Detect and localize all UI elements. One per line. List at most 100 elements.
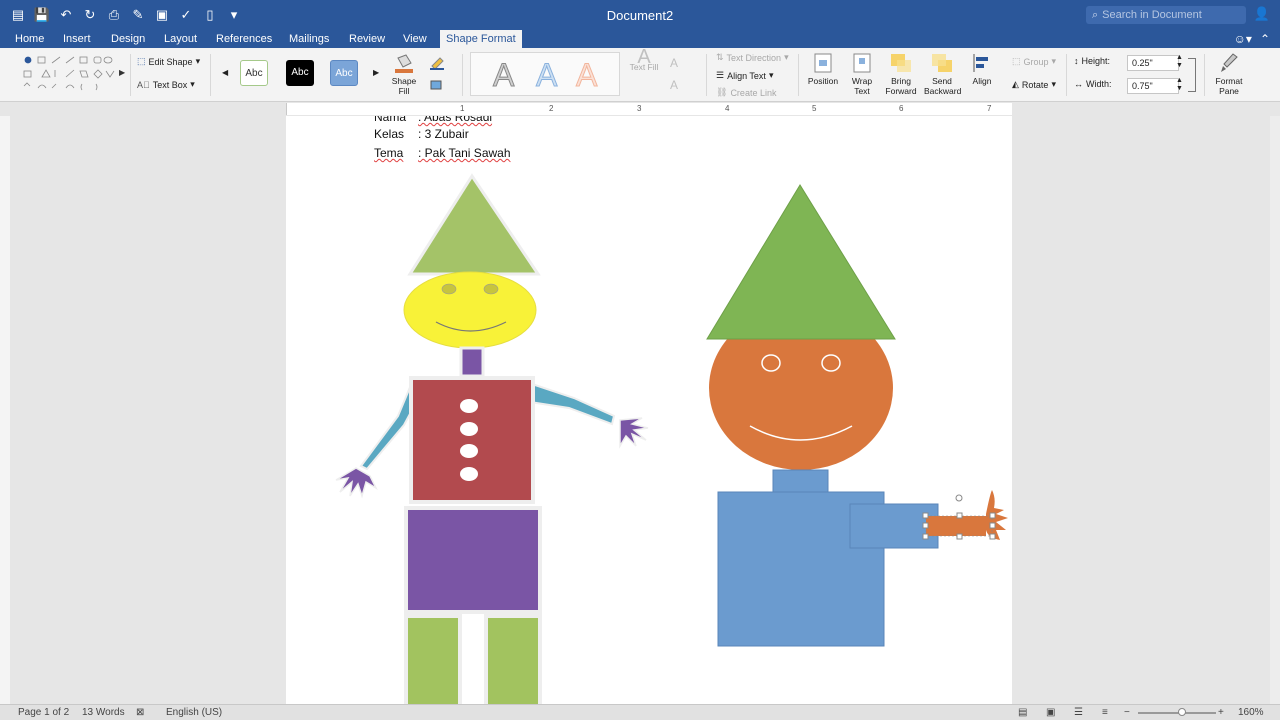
undo-icon[interactable]: ↶ xyxy=(56,5,76,25)
customize-qat-icon[interactable]: ▾ xyxy=(224,5,244,25)
resize-handle[interactable] xyxy=(922,533,929,540)
vertical-ruler[interactable] xyxy=(0,116,10,704)
styles-prev-icon[interactable]: ◀ xyxy=(222,68,228,77)
left-shirt[interactable] xyxy=(409,376,535,504)
align-text-button[interactable]: ☰ Align Text ▾ xyxy=(716,70,773,81)
web-layout-icon[interactable]: ▣ xyxy=(1046,707,1055,718)
left-eye[interactable] xyxy=(441,283,457,295)
width-stepper[interactable]: ▲ ▼ xyxy=(1176,77,1183,93)
tab-insert[interactable]: Insert xyxy=(57,30,97,48)
right-hand-shape[interactable] xyxy=(986,490,1008,540)
wordart-style-3[interactable]: A xyxy=(575,57,597,94)
height-stepper[interactable]: ▲ ▼ xyxy=(1176,54,1183,70)
text-box-button[interactable]: A⃞ Text Box ▾ xyxy=(137,79,195,90)
word-count[interactable]: 13 Words xyxy=(82,707,125,718)
right-leg[interactable] xyxy=(484,614,542,704)
tab-shape-format[interactable]: Shape Format xyxy=(440,30,522,48)
sidebar-toggle-icon[interactable]: ▤ xyxy=(8,5,28,25)
text-fill-button[interactable]: A Text Fill xyxy=(628,47,660,72)
shape-fill-button[interactable]: Shape Fill xyxy=(389,52,419,96)
format-pane-button[interactable]: Format Pane xyxy=(1212,52,1246,96)
send-backward-button[interactable]: Send Backward xyxy=(924,52,961,96)
horizontal-ruler[interactable]: 1 2 3 4 5 6 7 xyxy=(0,102,1280,116)
vertical-scrollbar[interactable] xyxy=(1270,116,1280,704)
group-button[interactable]: ⬚ Group ▾ xyxy=(1012,56,1056,67)
text-outline-icon[interactable]: A xyxy=(670,56,678,70)
save-icon[interactable]: 💾 xyxy=(32,5,52,25)
text-direction-button[interactable]: ⇅ Text Direction ▾ xyxy=(716,52,789,63)
left-hand[interactable] xyxy=(335,467,378,499)
tab-home[interactable]: Home xyxy=(9,30,50,48)
position-button[interactable]: Position xyxy=(806,52,840,86)
shirt-button[interactable] xyxy=(460,444,478,458)
bring-forward-button[interactable]: Bring Forward xyxy=(884,52,918,96)
zoom-slider-thumb[interactable] xyxy=(1178,708,1186,716)
shirt-button[interactable] xyxy=(460,422,478,436)
wordart-style-2[interactable]: A xyxy=(535,57,557,94)
right-hat-triangle[interactable] xyxy=(706,184,896,340)
zoom-slider[interactable] xyxy=(1138,712,1216,714)
styles-next-icon[interactable]: ▶ xyxy=(373,68,379,77)
left-neck[interactable] xyxy=(459,346,485,378)
tab-review[interactable]: Review xyxy=(343,30,391,48)
resize-handle[interactable] xyxy=(989,512,996,519)
resize-handle[interactable] xyxy=(989,522,996,529)
edit-icon[interactable]: ✎ xyxy=(128,5,148,25)
resize-handle[interactable] xyxy=(922,522,929,529)
smiley-feedback-icon[interactable]: ☺▾ xyxy=(1234,32,1252,46)
right-neck[interactable] xyxy=(772,469,829,493)
rotate-button[interactable]: ◭ Rotate ▾ xyxy=(1012,79,1056,90)
figure-left[interactable] xyxy=(335,173,649,704)
left-arm[interactable] xyxy=(359,379,414,471)
draft-view-icon[interactable]: ≡ xyxy=(1102,707,1108,718)
language-indicator[interactable]: English (US) xyxy=(166,707,222,718)
resize-handle[interactable] xyxy=(922,512,929,519)
shapes-gallery[interactable] xyxy=(22,48,126,102)
figure-right[interactable] xyxy=(706,184,1008,647)
shape-style-3[interactable]: Abc xyxy=(330,60,358,86)
resize-handle[interactable] xyxy=(956,512,963,519)
right-eye[interactable] xyxy=(483,283,499,295)
shirt-button[interactable] xyxy=(460,467,478,481)
shape-outline-icon[interactable] xyxy=(428,56,450,73)
tab-mailings[interactable]: Mailings xyxy=(283,30,335,48)
gallery-more-icon[interactable]: ▶ xyxy=(119,68,125,77)
left-hat-triangle[interactable] xyxy=(407,173,541,276)
print-layout-icon[interactable]: ▤ xyxy=(1018,707,1027,718)
text-effects-icon[interactable]: A xyxy=(670,78,678,92)
zoom-out-button[interactable]: − xyxy=(1124,707,1130,718)
shape-style-1[interactable]: Abc xyxy=(240,60,268,86)
left-pants[interactable] xyxy=(404,506,542,614)
rotate-handle[interactable] xyxy=(955,494,963,502)
left-face-circle[interactable] xyxy=(403,271,537,349)
lock-aspect-icon[interactable] xyxy=(1188,58,1196,92)
right-forearm[interactable] xyxy=(926,516,986,536)
resize-handle[interactable] xyxy=(956,533,963,540)
shape-style-2[interactable]: Abc xyxy=(286,60,314,86)
page-count[interactable]: Page 1 of 2 xyxy=(18,707,69,718)
shirt-button[interactable] xyxy=(460,399,478,413)
zoom-in-button[interactable]: + xyxy=(1218,707,1224,718)
edit-shape-button[interactable]: ⬚ Edit Shape ▾ xyxy=(137,56,200,67)
tab-design[interactable]: Design xyxy=(105,30,151,48)
wordart-gallery[interactable]: A A A xyxy=(470,52,620,96)
document-page[interactable]: Nama: Abas Rosadi Kelas: 3 Zubair Tema: … xyxy=(286,116,1012,704)
spelling-icon[interactable]: ✓ xyxy=(176,5,196,25)
left-leg[interactable] xyxy=(404,614,462,704)
new-doc-icon[interactable]: ▯ xyxy=(200,5,220,25)
redo-icon[interactable]: ↻ xyxy=(80,5,100,25)
proofing-icon[interactable]: ⊠ xyxy=(136,707,144,718)
right-hand[interactable] xyxy=(619,417,649,449)
right-arm[interactable] xyxy=(528,382,616,426)
zoom-level[interactable]: 160% xyxy=(1238,707,1264,718)
height-input[interactable]: 0.25" xyxy=(1127,55,1179,71)
align-button[interactable]: Align xyxy=(968,52,996,86)
layout-icon[interactable]: ▣ xyxy=(152,5,172,25)
width-input[interactable]: 0.75" xyxy=(1127,78,1179,94)
tab-layout[interactable]: Layout xyxy=(158,30,203,48)
collapse-ribbon-icon[interactable]: ⌃ xyxy=(1260,32,1270,46)
create-link-button[interactable]: ⛓ Create Link xyxy=(716,87,776,98)
search-box[interactable]: ⌕ xyxy=(1086,6,1246,24)
print-icon[interactable]: ⎙ xyxy=(104,5,124,25)
tab-view[interactable]: View xyxy=(397,30,433,48)
